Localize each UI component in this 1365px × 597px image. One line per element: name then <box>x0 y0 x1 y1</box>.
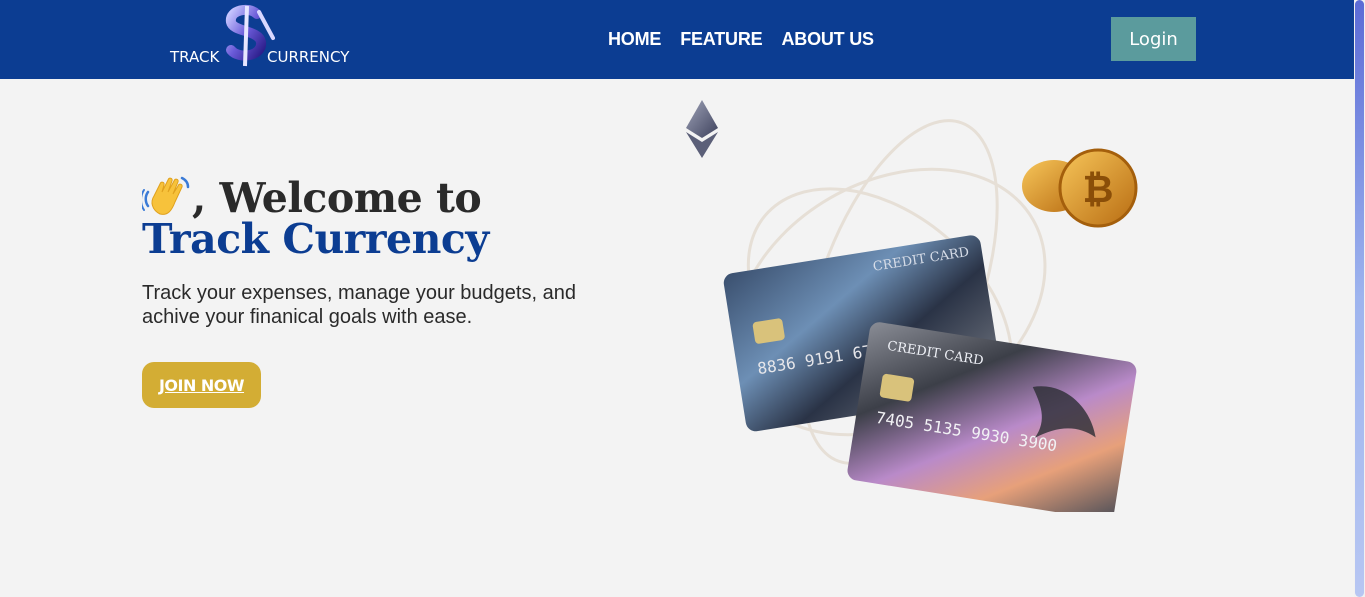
site-logo[interactable]: TRACK CURRENCY <box>169 4 349 70</box>
welcome-heading: , Welcome to <box>142 174 482 219</box>
logo-text-left: TRACK <box>170 48 220 66</box>
ethereum-icon <box>686 100 718 158</box>
top-navbar: TRACK CURRENCY HOME FEATURE ABOUT US Log… <box>0 0 1354 79</box>
credit-card-front: CREDIT CARD 7405 5135 9930 3900 <box>847 322 1137 512</box>
brand-heading: Track Currency <box>142 215 489 263</box>
svg-text:₿: ₿ <box>1083 167 1114 211</box>
credit-cards-illustration: ₿ CREDIT CARD 8836 9191 6750 9187 CREDIT… <box>686 100 1138 512</box>
bitcoin-coins-icon: ₿ <box>1022 148 1138 228</box>
login-button[interactable]: Login <box>1111 17 1196 61</box>
hero-tagline: Track your expenses, manage your budgets… <box>142 282 576 328</box>
waving-hand-icon <box>142 176 190 215</box>
logo-text-right: CURRENCY <box>267 48 350 66</box>
main-nav: HOME FEATURE ABOUT US <box>608 29 874 50</box>
nav-link-feature[interactable]: FEATURE <box>680 29 762 50</box>
page-scrollbar[interactable] <box>1354 0 1365 597</box>
scrollbar-thumb[interactable] <box>1355 0 1364 597</box>
nav-link-about-us[interactable]: ABOUT US <box>781 29 874 50</box>
nav-link-home[interactable]: HOME <box>608 29 661 50</box>
join-now-button[interactable]: JOIN NOW <box>142 362 261 408</box>
